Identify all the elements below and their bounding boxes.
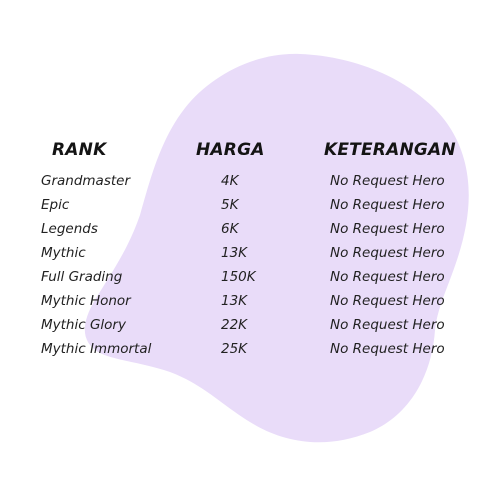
note-cell: No Request Hero (330, 293, 445, 309)
price-cell: 13K (221, 293, 248, 309)
price-cell: 4K (221, 173, 239, 189)
note-cell: No Request Hero (330, 221, 445, 237)
price-cell: 22K (221, 317, 248, 333)
rank-cell: Epic (41, 197, 70, 213)
table-row: Full Grading 150K No Request Hero (0, 268, 500, 292)
note-cell: No Request Hero (330, 197, 445, 213)
rank-cell: Legends (41, 221, 98, 237)
table-row: Mythic 13K No Request Hero (0, 244, 500, 268)
note-cell: No Request Hero (330, 269, 445, 285)
table-row: Legends 6K No Request Hero (0, 220, 500, 244)
rank-cell: Mythic (41, 245, 86, 261)
price-cell: 150K (221, 269, 256, 285)
table-row: Mythic Honor 13K No Request Hero (0, 292, 500, 316)
rank-cell: Mythic Immortal (41, 341, 152, 357)
note-cell: No Request Hero (330, 173, 445, 189)
header-keterangan: KETERANGAN (324, 140, 456, 160)
price-cell: 13K (221, 245, 248, 261)
table-row: Epic 5K No Request Hero (0, 196, 500, 220)
header-rank: RANK (52, 140, 107, 160)
note-cell: No Request Hero (330, 341, 445, 357)
rank-cell: Mythic Glory (41, 317, 126, 333)
price-cell: 25K (221, 341, 248, 357)
table-row: Grandmaster 4K No Request Hero (0, 172, 500, 196)
rank-cell: Grandmaster (41, 173, 131, 189)
note-cell: No Request Hero (330, 245, 445, 261)
header-harga: HARGA (196, 140, 265, 160)
price-cell: 6K (221, 221, 239, 237)
table-row: Mythic Immortal 25K No Request Hero (0, 340, 500, 364)
price-list-page: RANK HARGA KETERANGAN Grandmaster 4K No … (0, 0, 500, 500)
rank-cell: Full Grading (41, 269, 123, 285)
note-cell: No Request Hero (330, 317, 445, 333)
rank-cell: Mythic Honor (41, 293, 131, 309)
table-row: Mythic Glory 22K No Request Hero (0, 316, 500, 340)
price-table-body: Grandmaster 4K No Request Hero Epic 5K N… (0, 172, 500, 364)
price-cell: 5K (221, 197, 239, 213)
